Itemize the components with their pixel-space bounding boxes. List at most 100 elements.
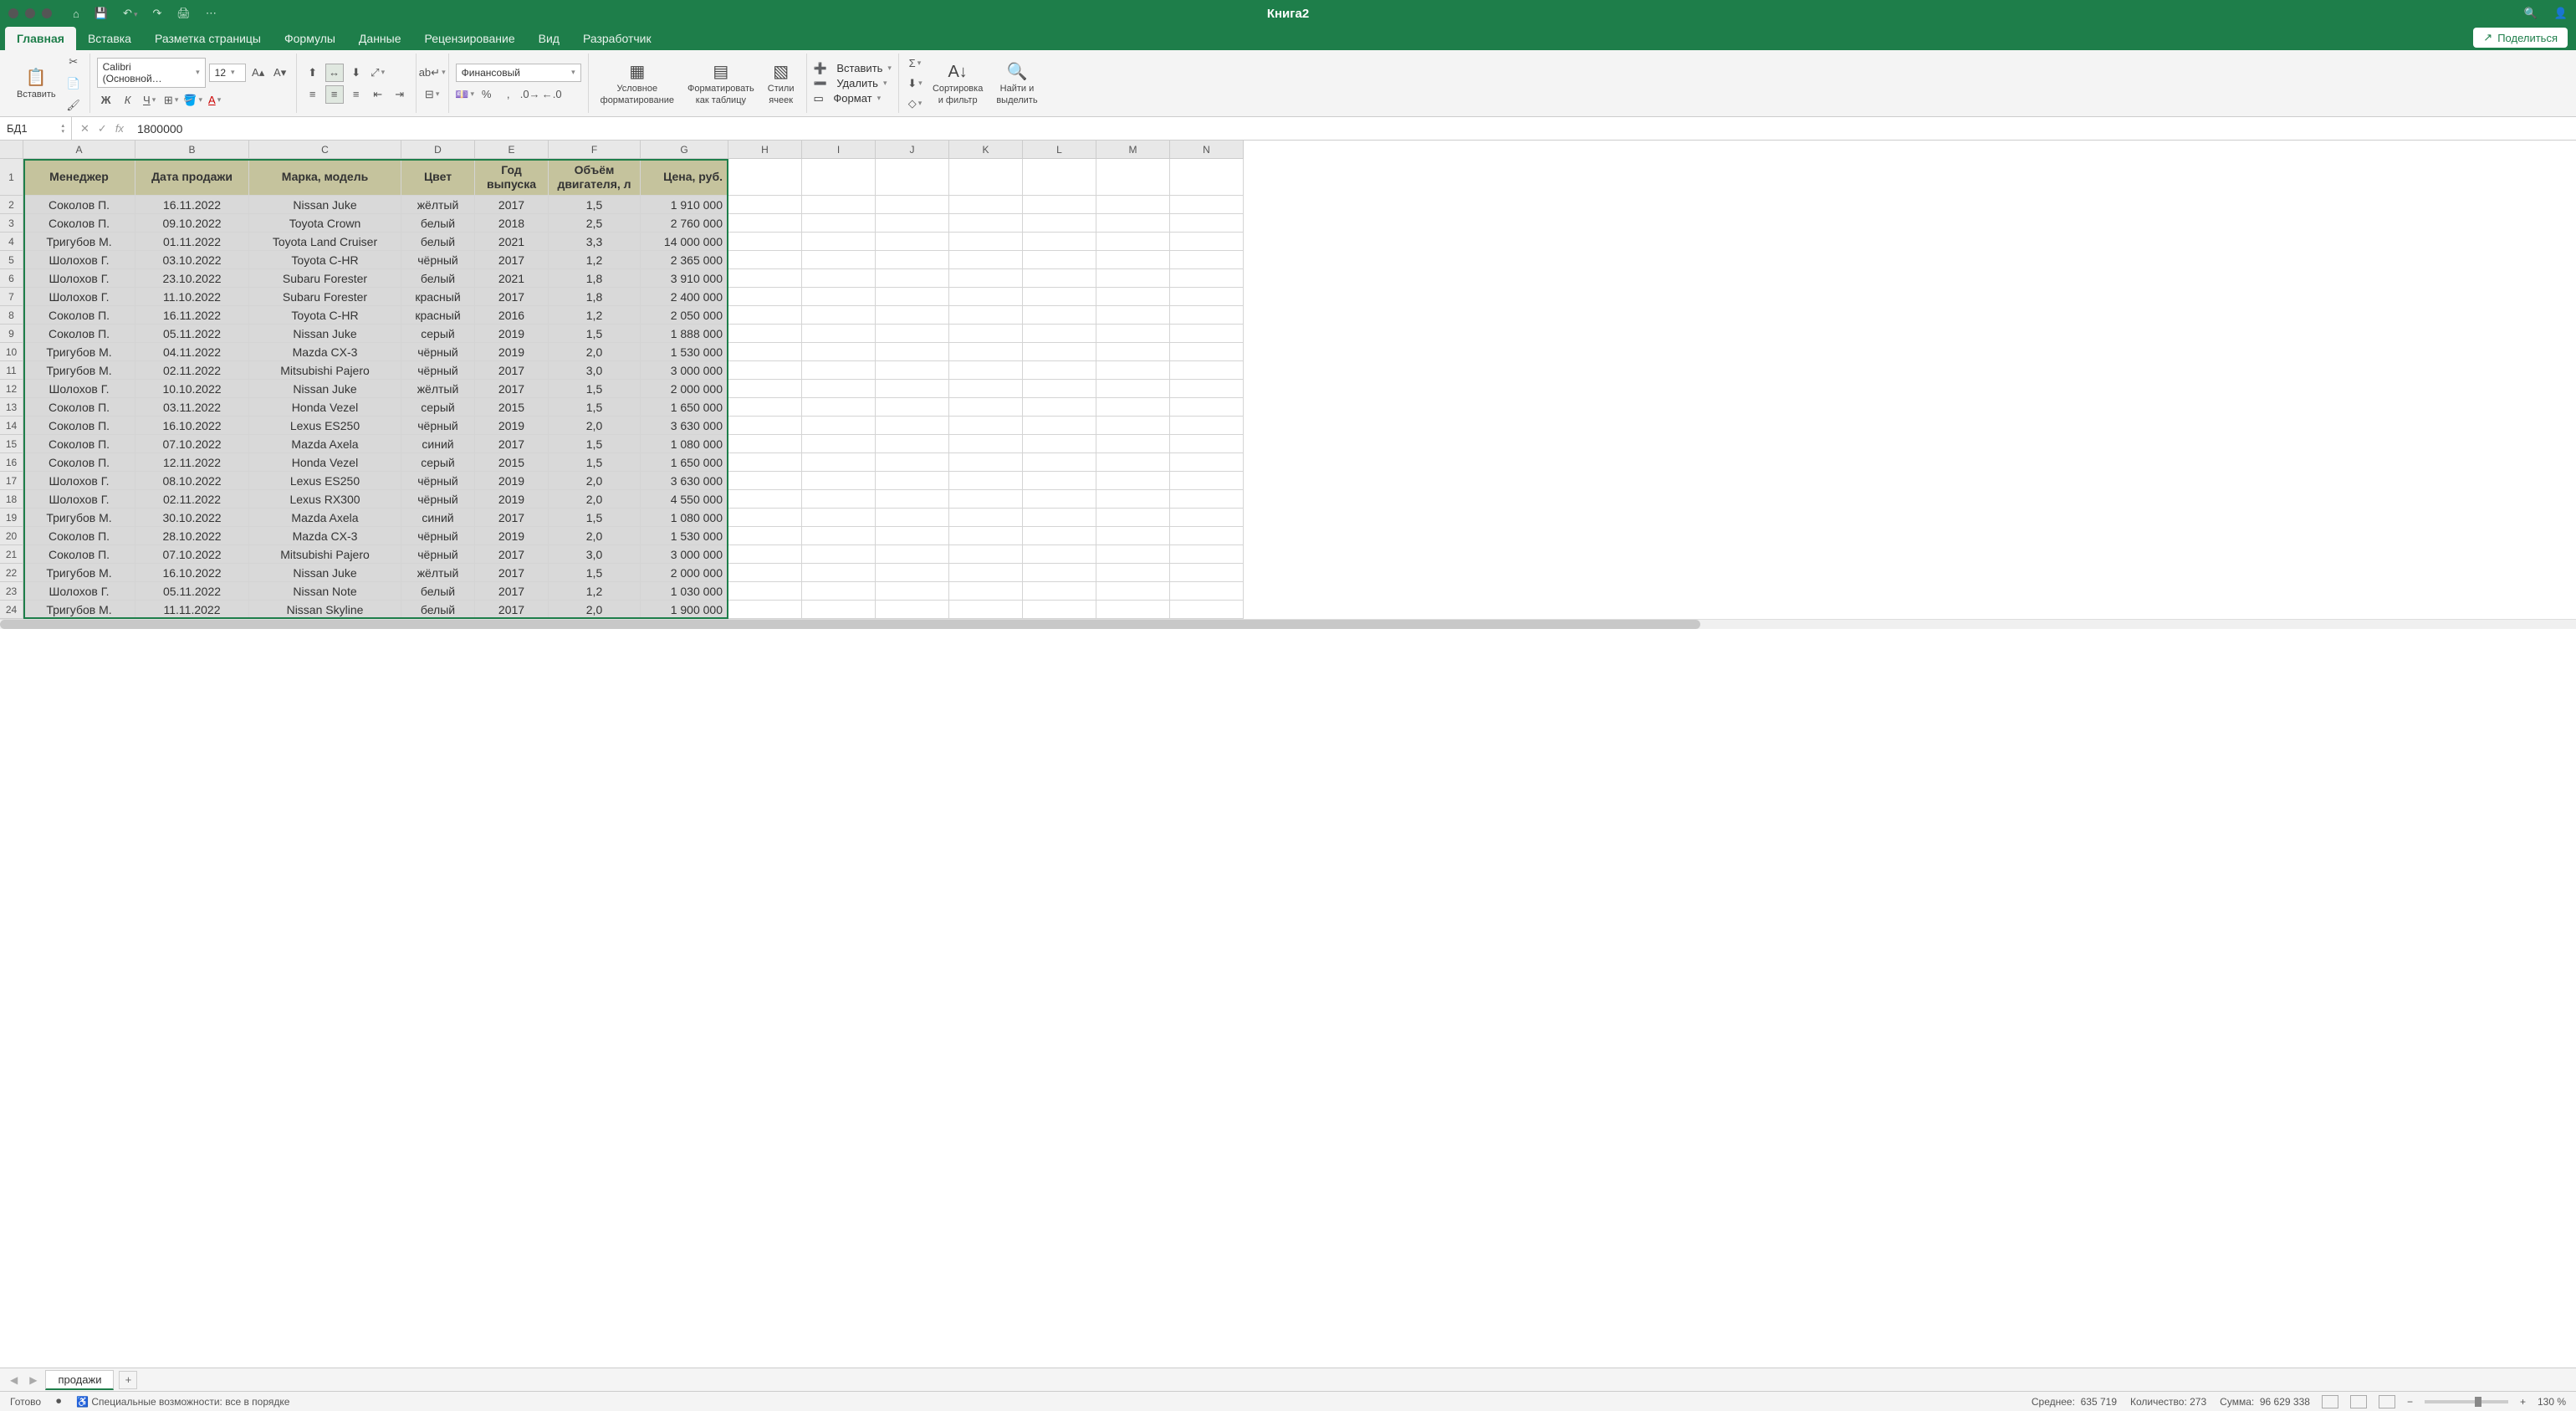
comma-icon[interactable]: , bbox=[499, 85, 518, 104]
cell[interactable] bbox=[728, 398, 802, 417]
cell[interactable]: Тригубов М. bbox=[23, 564, 135, 582]
cell[interactable] bbox=[728, 306, 802, 325]
table-header-cell[interactable]: Цена, руб. bbox=[641, 159, 728, 196]
cell[interactable]: Соколов П. bbox=[23, 196, 135, 214]
cell[interactable] bbox=[1096, 325, 1170, 343]
cancel-formula-icon[interactable]: ✕ bbox=[80, 122, 89, 135]
cell[interactable] bbox=[1096, 527, 1170, 545]
cell[interactable]: Mazda Axela bbox=[249, 509, 401, 527]
cell[interactable] bbox=[728, 214, 802, 233]
cell[interactable] bbox=[1170, 196, 1244, 214]
cell[interactable] bbox=[1023, 417, 1096, 435]
column-header[interactable]: L bbox=[1023, 141, 1096, 159]
cell[interactable] bbox=[1096, 490, 1170, 509]
cell[interactable] bbox=[1170, 251, 1244, 269]
cell[interactable]: 1 650 000 bbox=[641, 453, 728, 472]
sheet-nav-next[interactable]: ▶ bbox=[26, 1374, 40, 1386]
row-header[interactable]: 9 bbox=[0, 325, 23, 343]
cell[interactable] bbox=[949, 435, 1023, 453]
cell[interactable] bbox=[1096, 361, 1170, 380]
cell[interactable] bbox=[949, 380, 1023, 398]
row-header[interactable]: 23 bbox=[0, 582, 23, 601]
cell[interactable] bbox=[1170, 472, 1244, 490]
cell[interactable]: 07.10.2022 bbox=[135, 435, 249, 453]
cell[interactable] bbox=[728, 435, 802, 453]
increase-decimal-icon[interactable]: .0→ bbox=[521, 85, 539, 104]
cell[interactable]: чёрный bbox=[401, 527, 475, 545]
table-header-cell[interactable]: Менеджер bbox=[23, 159, 135, 196]
cell[interactable] bbox=[1023, 472, 1096, 490]
zoom-level[interactable]: 130 % bbox=[2538, 1396, 2566, 1408]
copy-icon[interactable]: 📄 bbox=[64, 74, 83, 93]
cell[interactable] bbox=[728, 361, 802, 380]
find-select-button[interactable]: 🔍Найти и выделить bbox=[991, 59, 1042, 107]
format-painter-icon[interactable]: 🖌 bbox=[64, 96, 83, 115]
cell[interactable] bbox=[1170, 214, 1244, 233]
cell[interactable]: Nissan Juke bbox=[249, 564, 401, 582]
column-header[interactable]: I bbox=[802, 141, 876, 159]
cell[interactable] bbox=[802, 269, 876, 288]
cell[interactable]: 3 630 000 bbox=[641, 417, 728, 435]
cell[interactable]: белый bbox=[401, 233, 475, 251]
cell[interactable]: 1 650 000 bbox=[641, 398, 728, 417]
cell[interactable]: Соколов П. bbox=[23, 453, 135, 472]
cell[interactable]: Mazda Axela bbox=[249, 435, 401, 453]
cell[interactable] bbox=[802, 509, 876, 527]
cell[interactable] bbox=[728, 601, 802, 619]
cell[interactable]: 1 910 000 bbox=[641, 196, 728, 214]
align-right-icon[interactable]: ≡ bbox=[347, 85, 365, 104]
cell[interactable]: Toyota C-HR bbox=[249, 306, 401, 325]
cell[interactable] bbox=[802, 233, 876, 251]
cell[interactable]: 2019 bbox=[475, 490, 549, 509]
font-name-select[interactable]: Calibri (Основной…▾ bbox=[97, 58, 206, 88]
cell[interactable] bbox=[1023, 361, 1096, 380]
cell[interactable] bbox=[949, 527, 1023, 545]
table-header-cell[interactable]: Цвет bbox=[401, 159, 475, 196]
cell[interactable]: 2017 bbox=[475, 251, 549, 269]
cell[interactable] bbox=[1170, 601, 1244, 619]
cell[interactable]: 2017 bbox=[475, 196, 549, 214]
cell[interactable]: Тригубов М. bbox=[23, 509, 135, 527]
cell[interactable]: 03.10.2022 bbox=[135, 251, 249, 269]
cell[interactable]: Toyota Land Cruiser bbox=[249, 233, 401, 251]
cell[interactable]: 1,2 bbox=[549, 582, 641, 601]
cell[interactable] bbox=[802, 306, 876, 325]
cell[interactable] bbox=[1170, 361, 1244, 380]
cell[interactable] bbox=[728, 417, 802, 435]
cell[interactable]: 09.10.2022 bbox=[135, 214, 249, 233]
sheet-tab-active[interactable]: продажи bbox=[45, 1370, 114, 1390]
row-header[interactable]: 7 bbox=[0, 288, 23, 306]
cell[interactable] bbox=[728, 343, 802, 361]
cell[interactable] bbox=[802, 361, 876, 380]
view-normal-icon[interactable] bbox=[2322, 1395, 2338, 1408]
cell[interactable] bbox=[1023, 601, 1096, 619]
cell[interactable] bbox=[1170, 564, 1244, 582]
underline-button[interactable]: Ч▾ bbox=[141, 91, 159, 110]
cell[interactable]: 2,0 bbox=[549, 527, 641, 545]
cell[interactable]: Lexus RX300 bbox=[249, 490, 401, 509]
cell[interactable]: 2019 bbox=[475, 417, 549, 435]
cell[interactable]: красный bbox=[401, 306, 475, 325]
cell[interactable] bbox=[728, 251, 802, 269]
cell[interactable]: Mitsubishi Pajero bbox=[249, 545, 401, 564]
cell[interactable] bbox=[728, 509, 802, 527]
cell[interactable]: 2,5 bbox=[549, 214, 641, 233]
cell[interactable] bbox=[949, 582, 1023, 601]
column-header[interactable]: B bbox=[135, 141, 249, 159]
cell[interactable] bbox=[728, 159, 802, 196]
cell[interactable] bbox=[728, 582, 802, 601]
cell[interactable] bbox=[876, 343, 949, 361]
cell[interactable]: Соколов П. bbox=[23, 435, 135, 453]
cell[interactable] bbox=[1096, 306, 1170, 325]
cell[interactable] bbox=[1170, 490, 1244, 509]
cell[interactable]: Mitsubishi Pajero bbox=[249, 361, 401, 380]
more-icon[interactable]: ⋯ bbox=[206, 7, 217, 20]
cell[interactable] bbox=[728, 196, 802, 214]
cell[interactable] bbox=[1096, 288, 1170, 306]
conditional-formatting-button[interactable]: ▦Условное форматирование bbox=[595, 59, 679, 107]
cell[interactable]: 07.10.2022 bbox=[135, 545, 249, 564]
column-header[interactable]: K bbox=[949, 141, 1023, 159]
cell[interactable]: 1,8 bbox=[549, 288, 641, 306]
table-header-cell[interactable]: Объёмдвигателя, л bbox=[549, 159, 641, 196]
cell[interactable] bbox=[1096, 343, 1170, 361]
